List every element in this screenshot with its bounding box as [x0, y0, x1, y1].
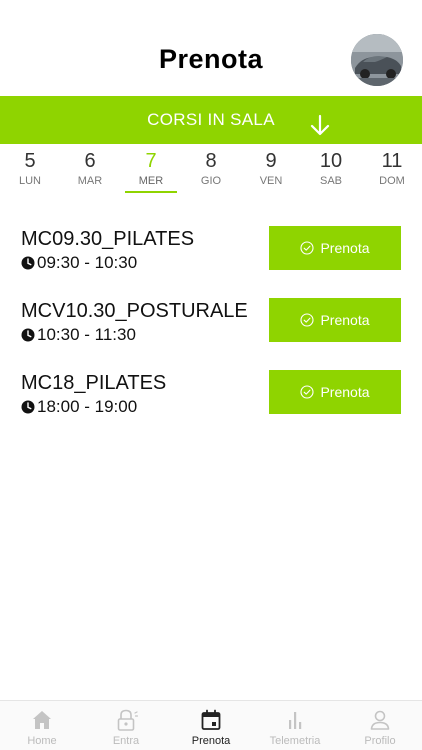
tab-prenota[interactable]: Prenota [169, 701, 253, 750]
day-number: 10 [319, 150, 343, 172]
selected-day-indicator [125, 191, 177, 193]
day-weekday: SAB [319, 175, 342, 187]
lock-icon [117, 709, 138, 731]
tab-label: Profilo [364, 735, 396, 747]
tab-label: Telemetria [269, 735, 321, 747]
day-weekday: DOM [379, 175, 405, 187]
clock-icon [21, 328, 35, 342]
day-item[interactable]: 8 GIO [181, 146, 241, 196]
course-name: MCV10.30_POSTURALE [21, 300, 248, 322]
home-icon [33, 711, 51, 729]
course-name: MC18_PILATES [21, 372, 167, 394]
course-time: 09:30 - 10:30 [37, 253, 138, 272]
header: Prenota [0, 0, 422, 96]
tab-label: Home [27, 735, 57, 747]
course-item: MC09.30_PILATES 09:30 - 10:30 Prenota [0, 226, 422, 278]
day-selector: 5 LUN 6 MAR 7 MER 8 GIO 9 VEN 10 SAB 11 … [0, 146, 422, 196]
course-item: MC18_PILATES 18:00 - 19:00 Prenota [0, 370, 422, 422]
car-photo [351, 34, 403, 86]
tab-telemetria[interactable]: Telemetria [253, 701, 337, 750]
arrow-down-icon[interactable] [309, 114, 331, 136]
course-time: 18:00 - 19:00 [37, 397, 138, 416]
tab-bar: Home Entra Prenota Telemetria Profilo [0, 700, 422, 750]
category-selector[interactable]: CORSI IN SALA [0, 96, 422, 144]
course-time-row: 18:00 - 19:00 [21, 397, 137, 417]
book-button[interactable]: Prenota [269, 370, 401, 414]
tab-profilo[interactable]: Profilo [338, 701, 422, 750]
check-circle-icon [300, 241, 315, 255]
book-button[interactable]: Prenota [269, 298, 401, 342]
course-time-row: 10:30 - 11:30 [21, 325, 136, 345]
book-button-label: Prenota [320, 312, 370, 328]
day-number: 8 [205, 150, 217, 172]
course-name: MC09.30_PILATES [21, 228, 195, 250]
day-number: 9 [265, 150, 277, 172]
clock-icon [21, 256, 35, 270]
day-number: 5 [24, 150, 36, 172]
clock-icon [21, 400, 35, 414]
day-number: 6 [84, 150, 96, 172]
day-weekday: LUN [18, 175, 41, 187]
tab-label: Prenota [191, 735, 231, 747]
avatar[interactable] [351, 34, 403, 86]
book-button[interactable]: Prenota [269, 226, 401, 270]
course-item: MCV10.30_POSTURALE 10:30 - 11:30 Prenota [0, 298, 422, 350]
day-number: 7 [145, 150, 157, 172]
day-weekday: GIO [200, 175, 222, 187]
day-number: 11 [381, 150, 403, 172]
user-icon [370, 710, 390, 730]
day-item[interactable]: 11 DOM [362, 146, 422, 196]
check-circle-icon [300, 385, 315, 399]
day-item[interactable]: 9 VEN [241, 146, 301, 196]
day-weekday: MER [138, 175, 164, 187]
bar-chart-icon [289, 712, 302, 729]
book-button-label: Prenota [320, 384, 370, 400]
day-item-selected[interactable]: 7 MER [121, 146, 181, 196]
day-weekday: MAR [77, 175, 103, 187]
day-item[interactable]: 6 MAR [60, 146, 120, 196]
category-label: CORSI IN SALA [147, 110, 275, 129]
course-time: 10:30 - 11:30 [37, 325, 136, 344]
day-weekday: VEN [259, 175, 283, 187]
course-time-row: 09:30 - 10:30 [21, 253, 137, 273]
check-circle-icon [300, 313, 315, 327]
calendar-icon [201, 709, 221, 730]
tab-home[interactable]: Home [0, 701, 84, 750]
day-item[interactable]: 5 LUN [0, 146, 60, 196]
tab-label: Entra [112, 735, 140, 747]
day-item[interactable]: 10 SAB [301, 146, 361, 196]
book-button-label: Prenota [320, 240, 370, 256]
tab-entra[interactable]: Entra [84, 701, 168, 750]
